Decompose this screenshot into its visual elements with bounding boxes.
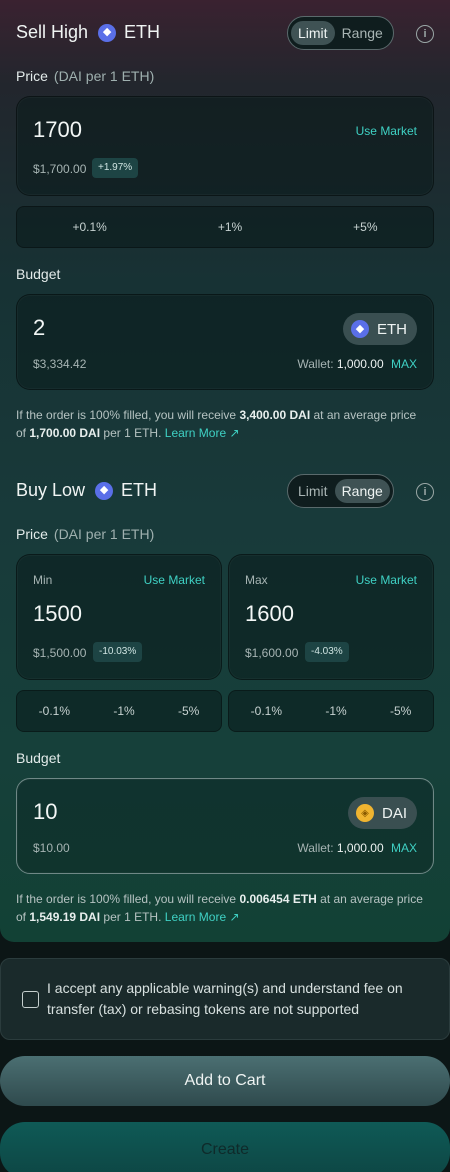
- sell-pct-option[interactable]: +0.1%: [72, 220, 106, 234]
- buy-learn-more-link[interactable]: Learn More ↗: [165, 910, 240, 924]
- note-amount: 0.006454 ETH: [239, 892, 317, 906]
- sell-range-tab[interactable]: Range: [335, 21, 390, 45]
- note-text: per 1 ETH.: [100, 426, 162, 440]
- learn-more-text: Learn More: [164, 426, 227, 440]
- max-pct-option[interactable]: -5%: [390, 704, 411, 718]
- buy-budget-token: DAI: [381, 804, 407, 822]
- buy-budget-input[interactable]: 10: [33, 799, 57, 825]
- eth-icon: ◆: [98, 23, 117, 42]
- wallet-value: 1,000.00: [336, 841, 384, 855]
- min-price-input[interactable]: 1500: [33, 601, 82, 627]
- buy-fill-note: If the order is 100% filled, you will re…: [16, 890, 426, 926]
- sell-budget-usd: $3,334.42: [33, 357, 87, 371]
- wallet-label: Wallet:: [297, 841, 334, 855]
- buy-title: Buy Low: [16, 480, 86, 500]
- sell-budget-label: Budget: [16, 266, 61, 282]
- sell-pct-option[interactable]: +1%: [218, 220, 242, 234]
- sell-title: Sell High: [16, 22, 89, 42]
- min-pct-bar: -0.1% -1% -5%: [16, 690, 222, 732]
- sell-limit-tab[interactable]: Limit: [291, 21, 335, 45]
- external-link-icon: ↗: [229, 426, 240, 440]
- buy-price-label: Price (DAI per 1 ETH): [16, 526, 154, 542]
- max-price-input[interactable]: 1600: [245, 601, 294, 627]
- sell-token: ETH: [124, 22, 161, 42]
- eth-icon: ◆: [351, 320, 369, 338]
- sell-fill-note: If the order is 100% filled, you will re…: [16, 406, 426, 442]
- buy-max-card[interactable]: Max Use Market 1600 $1,600.00 -4.03%: [228, 554, 434, 680]
- max-price-usd: $1,600.00: [245, 646, 299, 660]
- create-button[interactable]: Create: [0, 1122, 450, 1172]
- buy-min-card[interactable]: Min Use Market 1500 $1,500.00 -10.03%: [16, 554, 222, 680]
- buy-limit-tab[interactable]: Limit: [291, 479, 335, 503]
- wallet-value: 1,000.00: [336, 357, 384, 371]
- sell-price-change-badge: +1.97%: [92, 158, 139, 178]
- buy-budget-card[interactable]: 10 ◈ DAI $10.00 Wallet: 1,000.00 MAX: [16, 778, 434, 874]
- dai-icon: ◈: [355, 804, 374, 822]
- price-label-text: Price: [16, 526, 48, 542]
- sell-use-market-link[interactable]: Use Market: [356, 124, 417, 138]
- min-price-change-badge: -10.03%: [93, 642, 143, 662]
- note-price: 1,700.00 DAI: [29, 426, 101, 440]
- buy-header: Buy Low ◆ ETH: [16, 480, 157, 501]
- sell-budget-token: ETH: [377, 320, 407, 338]
- min-pct-option[interactable]: -5%: [178, 704, 199, 718]
- external-link-icon: ↗: [229, 910, 240, 924]
- sell-learn-more-link[interactable]: Learn More ↗: [165, 426, 240, 440]
- info-icon[interactable]: i: [416, 25, 434, 43]
- note-price: 1,549.19 DAI: [29, 910, 101, 924]
- buy-budget-label: Budget: [16, 750, 61, 766]
- max-price-change-badge: -4.03%: [305, 642, 349, 662]
- note-amount: 3,400.00 DAI: [239, 408, 311, 422]
- buy-budget-token-select[interactable]: ◈ DAI: [347, 797, 417, 829]
- sell-price-label: Price (DAI per 1 ETH): [16, 68, 154, 84]
- wallet-label: Wallet:: [297, 357, 334, 371]
- sell-budget-token-select[interactable]: ◆ ETH: [343, 313, 417, 345]
- info-icon[interactable]: i: [416, 483, 434, 501]
- max-pct-option[interactable]: -0.1%: [251, 704, 282, 718]
- buy-budget-usd: $10.00: [33, 841, 70, 855]
- sell-mode-toggle: Limit Range: [287, 16, 394, 50]
- accept-warning-box: I accept any applicable warning(s) and u…: [0, 958, 450, 1040]
- note-text: per 1 ETH.: [100, 910, 162, 924]
- order-panel: Sell High ◆ ETH Limit Range i Price (DAI …: [0, 0, 450, 942]
- sell-budget-card[interactable]: 2 ◆ ETH $3,334.42 Wallet: 1,000.00 MAX: [16, 294, 434, 390]
- buy-mode-toggle: Limit Range: [287, 474, 394, 508]
- accept-checkbox[interactable]: [22, 991, 39, 1008]
- min-label: Min: [33, 573, 53, 587]
- buy-token: ETH: [121, 480, 158, 500]
- accept-text: I accept any applicable warning(s) and u…: [47, 980, 403, 1017]
- add-to-cart-button[interactable]: Add to Cart: [0, 1056, 450, 1106]
- sell-max-button[interactable]: MAX: [391, 357, 417, 371]
- min-use-market-link[interactable]: Use Market: [144, 573, 205, 587]
- eth-icon: ◆: [95, 481, 114, 500]
- learn-more-text: Learn More: [164, 910, 227, 924]
- sell-price-input[interactable]: 1700: [33, 117, 82, 143]
- note-text: If the order is 100% filled, you will re…: [16, 892, 240, 906]
- min-price-usd: $1,500.00: [33, 646, 87, 660]
- sell-pct-bar: +0.1% +1% +5%: [16, 206, 434, 248]
- sell-pct-option[interactable]: +5%: [353, 220, 377, 234]
- min-pct-option[interactable]: -0.1%: [39, 704, 70, 718]
- buy-max-button[interactable]: MAX: [391, 841, 417, 855]
- buy-range-tab[interactable]: Range: [334, 479, 390, 503]
- note-text: If the order is 100% filled, you will re…: [16, 408, 240, 422]
- max-label: Max: [245, 573, 268, 587]
- sell-price-usd: $1,700.00: [33, 162, 87, 176]
- sell-price-card[interactable]: 1700 Use Market $1,700.00 +1.97%: [16, 96, 434, 196]
- price-label-text: Price: [16, 68, 48, 84]
- buy-wallet-balance: Wallet: 1,000.00 MAX: [297, 841, 417, 855]
- max-use-market-link[interactable]: Use Market: [356, 573, 417, 587]
- max-pct-bar: -0.1% -1% -5%: [228, 690, 434, 732]
- price-unit: (DAI per 1 ETH): [53, 68, 155, 84]
- max-pct-option[interactable]: -1%: [325, 704, 346, 718]
- sell-budget-input[interactable]: 2: [33, 315, 45, 341]
- sell-header: Sell High ◆ ETH: [16, 22, 160, 43]
- min-pct-option[interactable]: -1%: [113, 704, 134, 718]
- price-unit: (DAI per 1 ETH): [53, 526, 155, 542]
- sell-wallet-balance: Wallet: 1,000.00 MAX: [297, 357, 417, 371]
